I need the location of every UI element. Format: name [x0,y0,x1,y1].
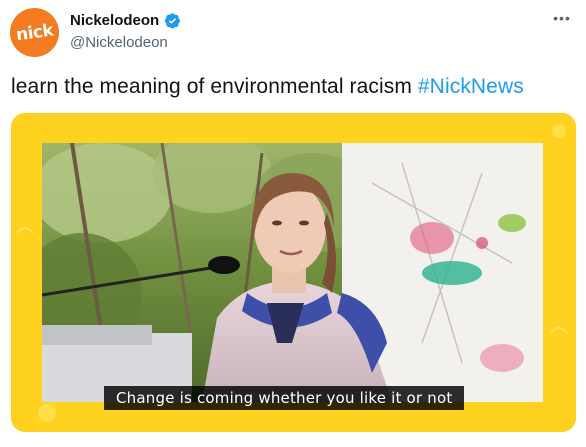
more-options-icon[interactable]: ••• [550,10,574,26]
video-caption: Change is coming whether you like it or … [104,386,465,410]
video-frame [42,143,543,402]
author-handle[interactable]: @Nickelodeon [70,34,168,51]
verified-badge-icon [164,12,181,29]
author-name-row: Nickelodeon [70,12,181,29]
avatar-logo-text: nick [14,20,55,45]
hashtag-link[interactable]: #NickNews [418,75,524,98]
avatar[interactable]: nick [10,8,59,57]
author-display-name[interactable]: Nickelodeon [70,12,159,29]
caption-text: Change is coming whether you like it or … [116,389,453,407]
tweet-media[interactable]: Change is coming whether you like it or … [11,113,576,432]
tweet-body-text: learn the meaning of environmental racis… [11,75,418,98]
video-still [42,143,543,402]
tweet-text: learn the meaning of environmental racis… [11,75,524,99]
